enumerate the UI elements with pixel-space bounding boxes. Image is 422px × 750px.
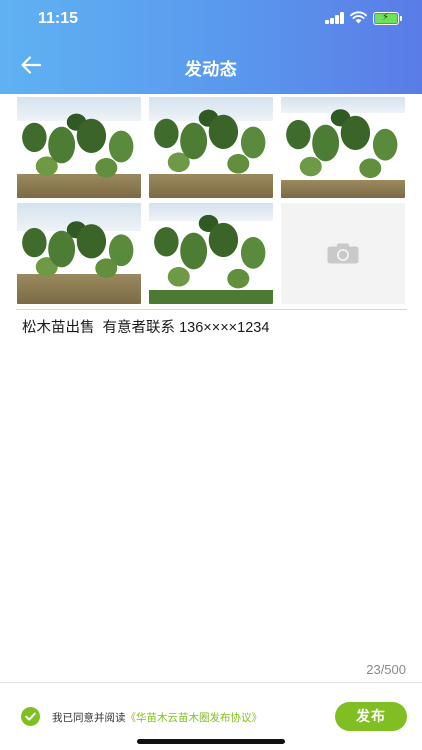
footer-divider <box>0 682 422 683</box>
agreement-prefix: 我已同意并阅读 <box>52 712 126 724</box>
battery-tip <box>400 16 402 21</box>
photo-thumbnail-5[interactable] <box>149 203 273 304</box>
photo-thumbnail-1[interactable] <box>17 97 141 198</box>
page-title: 发动态 <box>184 60 238 79</box>
agreement-text: 我已同意并阅读《华苗木云苗木圈发布协议》 <box>52 710 262 725</box>
post-text-input[interactable]: 松木苗出售 有意者联系 136××××1234 <box>22 316 269 337</box>
photo-thumbnail-4[interactable] <box>17 203 141 304</box>
post-composer-screen: 11:15 ⚡ 发动态 松木苗出售 有意者联系 136××××1234 23/5… <box>0 0 422 750</box>
add-photo-button[interactable] <box>281 203 405 304</box>
divider <box>16 309 407 310</box>
publish-button[interactable]: 发布 <box>335 702 407 731</box>
status-bar: 11:15 ⚡ <box>0 0 422 36</box>
header-bar: 11:15 ⚡ 发动态 <box>0 0 422 94</box>
status-time: 11:15 <box>38 10 79 27</box>
photo-thumbnail-2[interactable] <box>149 97 273 198</box>
cellular-signal-icon <box>325 12 345 24</box>
home-indicator <box>137 739 285 744</box>
agreement-link[interactable]: 《华苗木云苗木圈发布协议》 <box>126 712 263 724</box>
agreement-checkbox[interactable] <box>21 707 40 726</box>
camera-icon <box>327 243 359 264</box>
photo-thumbnail-3[interactable] <box>281 97 405 198</box>
wifi-icon <box>350 11 367 24</box>
battery-icon: ⚡ <box>373 12 399 25</box>
character-counter: 23/500 <box>366 662 406 677</box>
